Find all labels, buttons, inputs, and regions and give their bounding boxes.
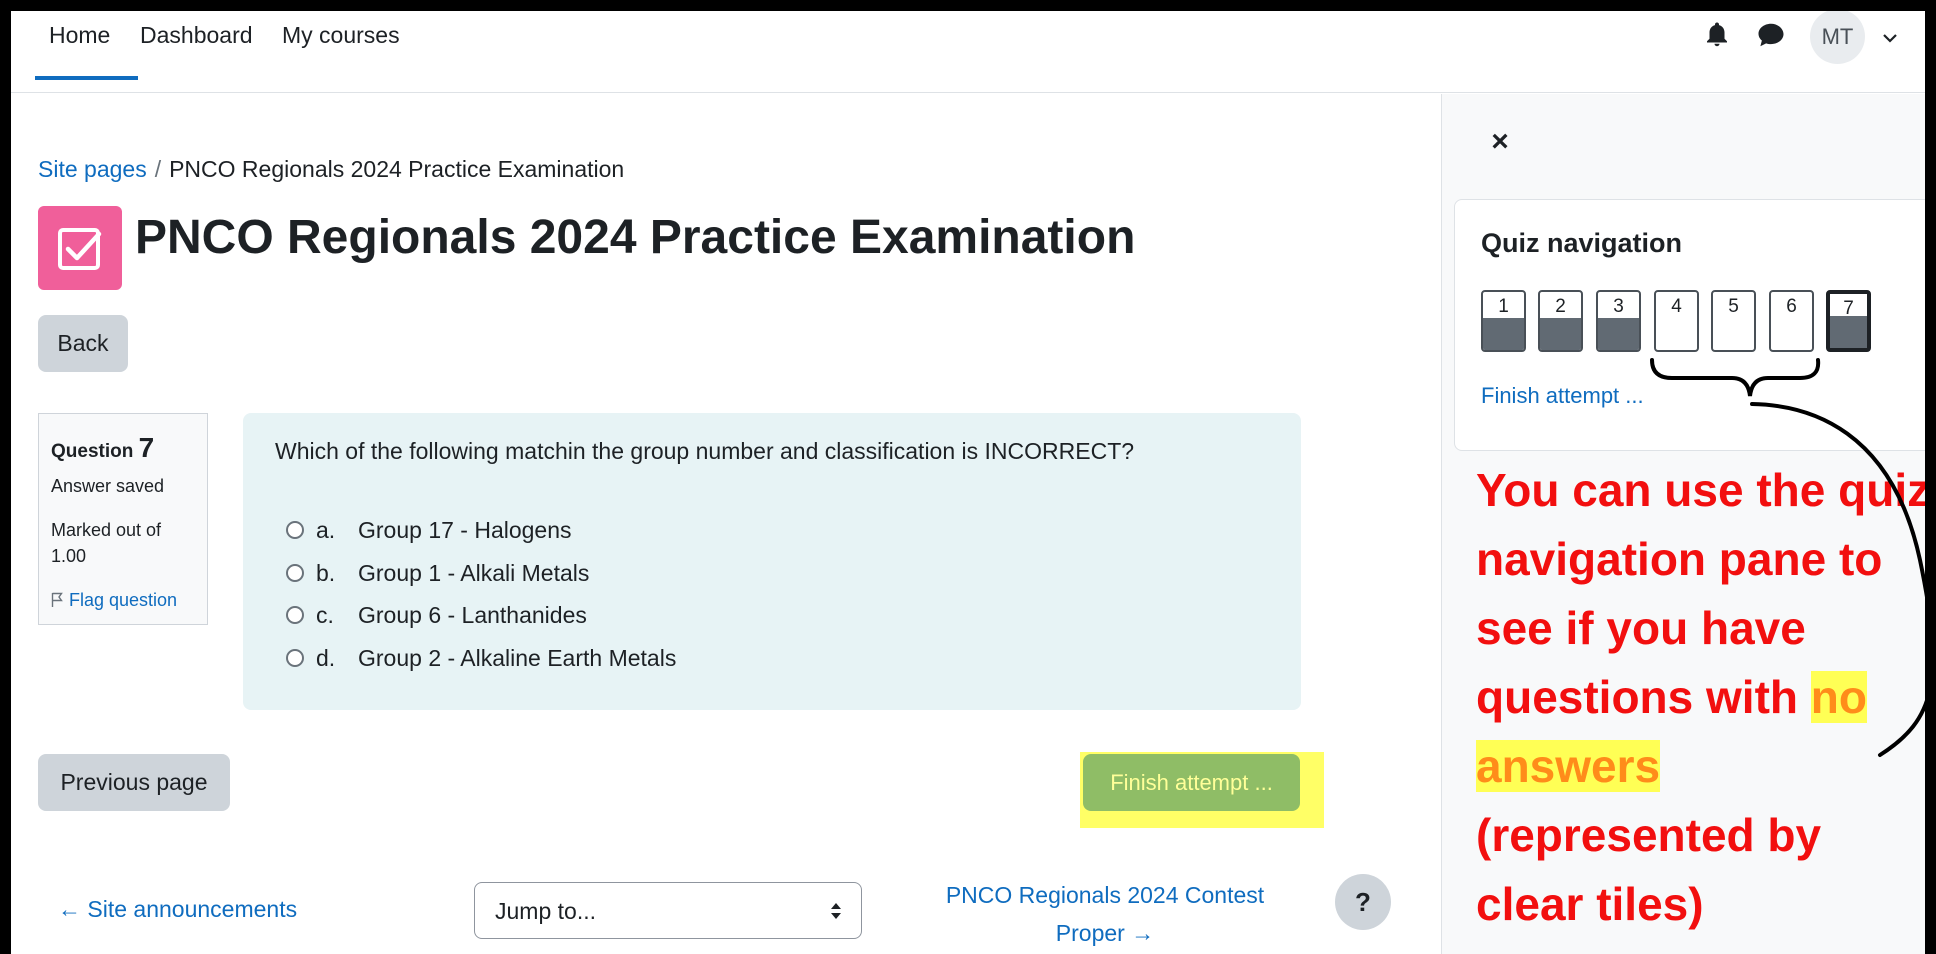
option-text: Group 17 - Halogens bbox=[358, 517, 572, 543]
nav-home[interactable]: Home bbox=[49, 22, 110, 49]
tile-number: 2 bbox=[1555, 296, 1566, 317]
option-letter: d. bbox=[316, 645, 336, 671]
answered-fill bbox=[1540, 318, 1581, 350]
question-marks: Marked out of 1.00 bbox=[51, 520, 162, 566]
nav-active-indicator bbox=[35, 76, 138, 80]
breadcrumb: Site pages / PNCO Regionals 2024 Practice … bbox=[38, 156, 624, 183]
close-drawer-button[interactable]: × bbox=[1482, 124, 1518, 160]
finish-attempt-link[interactable]: Finish attempt ... bbox=[1481, 383, 1644, 409]
question-info-box: Question 7 Answer saved Marked out of 1.… bbox=[38, 413, 208, 625]
finish-attempt-button[interactable]: Finish attempt ... bbox=[1083, 754, 1300, 811]
option-letter: b. bbox=[316, 560, 336, 586]
page-title: PNCO Regionals 2024 Practice Examination bbox=[135, 211, 1136, 264]
annotation-text: You can use the quiz navigation pane to … bbox=[1476, 456, 1936, 939]
nav-my-courses[interactable]: My courses bbox=[282, 22, 400, 49]
nav-dashboard[interactable]: Dashboard bbox=[140, 22, 253, 49]
tile-number: 6 bbox=[1786, 296, 1797, 317]
question-text: Which of the following matchin the group… bbox=[275, 438, 1135, 464]
radio-button[interactable] bbox=[286, 520, 304, 539]
option-text: Group 2 - Alkaline Earth Metals bbox=[358, 645, 677, 671]
quiz-nav-tile-1[interactable]: 1 bbox=[1481, 290, 1526, 352]
answer-option-c[interactable]: c. Group 6 - Lanthanides bbox=[286, 600, 587, 630]
option-letter: c. bbox=[316, 602, 334, 628]
quiz-nav-tile-5[interactable]: 5 bbox=[1711, 290, 1756, 352]
chat-icon[interactable] bbox=[1756, 20, 1786, 50]
option-text: Group 1 - Alkali Metals bbox=[358, 560, 590, 586]
annotation-text-after: (represented by clear tiles) bbox=[1476, 809, 1822, 930]
help-button[interactable]: ? bbox=[1335, 874, 1391, 930]
answered-fill bbox=[1598, 318, 1639, 350]
quiz-activity-icon bbox=[38, 206, 122, 290]
answered-fill bbox=[1483, 318, 1524, 350]
answer-option-a[interactable]: a. Group 17 - Halogens bbox=[286, 515, 572, 545]
radio-button[interactable] bbox=[286, 648, 304, 667]
quiz-nav-tile-3[interactable]: 3 bbox=[1596, 290, 1641, 352]
radio-button[interactable] bbox=[286, 563, 304, 582]
flag-question-label: Flag question bbox=[69, 590, 178, 610]
next-activity-link[interactable]: PNCO Regionals 2024 Contest Proper → bbox=[935, 876, 1275, 952]
bell-icon[interactable] bbox=[1702, 20, 1732, 50]
tile-number: 4 bbox=[1671, 296, 1682, 317]
quiz-navigation-title: Quiz navigation bbox=[1481, 228, 1683, 258]
flag-question-button[interactable]: Flag question bbox=[51, 590, 177, 611]
back-button[interactable]: Back bbox=[38, 315, 128, 372]
user-avatar[interactable]: MT bbox=[1810, 9, 1865, 64]
answer-option-b[interactable]: b. Group 1 - Alkali Metals bbox=[286, 558, 589, 588]
breadcrumb-separator: / bbox=[154, 156, 162, 182]
option-letter: a. bbox=[316, 517, 336, 543]
breadcrumb-site-pages[interactable]: Site pages bbox=[38, 156, 147, 182]
chevron-down-icon[interactable] bbox=[1880, 28, 1900, 48]
option-text: Group 6 - Lanthanides bbox=[358, 602, 587, 628]
checkbox-icon bbox=[58, 228, 102, 270]
quiz-nav-tile-4[interactable]: 4 bbox=[1654, 290, 1699, 352]
radio-button[interactable] bbox=[286, 605, 304, 624]
quiz-nav-tile-2[interactable]: 2 bbox=[1538, 290, 1583, 352]
answer-option-d[interactable]: d. Group 2 - Alkaline Earth Metals bbox=[286, 643, 676, 673]
question-number: 7 bbox=[138, 432, 155, 463]
quiz-nav-tile-6[interactable]: 6 bbox=[1769, 290, 1814, 352]
tile-number: 1 bbox=[1498, 296, 1509, 317]
previous-page-button[interactable]: Previous page bbox=[38, 754, 230, 811]
question-number-heading: Question 7 bbox=[51, 432, 154, 464]
tile-number: 5 bbox=[1728, 296, 1739, 317]
question-label: Question bbox=[51, 441, 134, 462]
breadcrumb-current: PNCO Regionals 2024 Practice Examination bbox=[169, 156, 625, 182]
tile-number: 3 bbox=[1613, 296, 1624, 317]
select-arrows-icon bbox=[831, 903, 841, 919]
flag-icon bbox=[51, 592, 63, 607]
jump-to-select[interactable]: Jump to... bbox=[474, 882, 862, 939]
prev-activity-link[interactable]: ← Site announcements bbox=[58, 896, 297, 923]
answered-fill bbox=[1830, 316, 1867, 348]
question-state: Answer saved bbox=[51, 476, 165, 496]
jump-to-value: Jump to... bbox=[495, 898, 596, 924]
quiz-nav-tile-7[interactable]: 7 bbox=[1826, 290, 1871, 352]
